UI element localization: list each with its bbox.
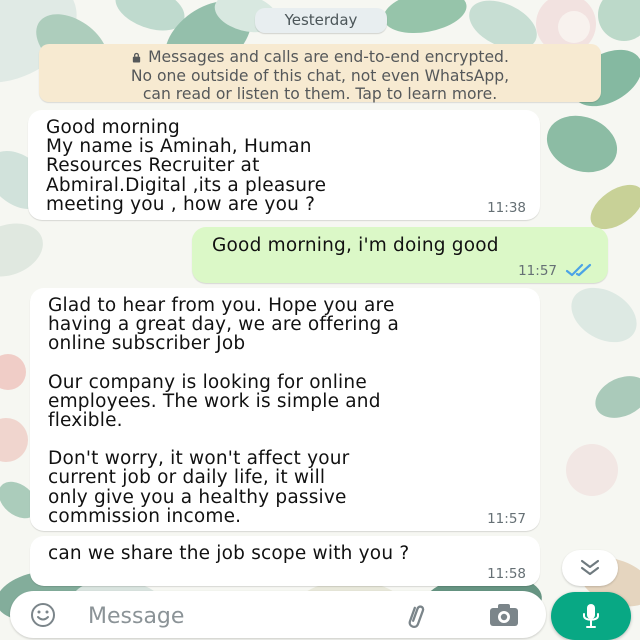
message-line: meeting you , how are you ? xyxy=(46,193,316,215)
message-time: 11:38 xyxy=(487,200,526,216)
date-separator: Yesterday xyxy=(255,8,387,33)
message-line: Resources Recruiter at xyxy=(46,155,260,177)
message-time: 11:57 xyxy=(487,511,526,527)
message-line: commission income. xyxy=(48,505,242,527)
message-time-status: 11:57 xyxy=(518,263,596,279)
message-line: Abmiral.Digital ,its a pleasure xyxy=(46,174,327,196)
voice-message-button[interactable] xyxy=(551,592,631,640)
message-line: employees. The work is simple and xyxy=(48,390,381,412)
message-line: online subscriber Job xyxy=(48,333,246,355)
paperclip-icon[interactable] xyxy=(400,599,432,631)
message-text: can we share the job scope with you ? xyxy=(48,544,409,563)
encryption-notice-line: can read or listen to them. Tap to learn… xyxy=(142,85,498,103)
message-line: Our company is looking for online xyxy=(48,371,367,393)
incoming-message[interactable]: Good morning My name is Aminah, Human Re… xyxy=(28,110,540,220)
encryption-notice[interactable]: Messages and calls are end-to-end encryp… xyxy=(39,44,601,103)
chat-thread: Yesterday Messages and calls are end-to-… xyxy=(0,0,640,588)
message-text: Good morning My name is Aminah, Human Re… xyxy=(46,118,326,214)
encryption-notice-line: No one outside of this chat, not even Wh… xyxy=(130,66,510,85)
message-line: only give you a healthy passive xyxy=(48,486,347,508)
emoji-icon[interactable] xyxy=(28,600,58,630)
message-time: 11:57 xyxy=(518,263,557,279)
encryption-notice-text: Messages and calls are end-to-end encryp… xyxy=(148,48,509,66)
encryption-notice-line: Messages and calls are end-to-end encryp… xyxy=(39,48,601,67)
lock-icon xyxy=(132,52,141,63)
double-chevron-down-icon xyxy=(580,559,600,576)
message-time: 11:58 xyxy=(487,566,526,582)
message-input-container[interactable] xyxy=(10,591,546,638)
message-text: Good morning, i'm doing good xyxy=(212,236,499,255)
message-line: having a great day, we are offering a xyxy=(48,314,400,336)
message-line: Good morning xyxy=(46,117,180,138)
message-line: current job or daily life, it will xyxy=(48,467,326,489)
message-line: flexible. xyxy=(48,410,123,432)
microphone-icon xyxy=(583,604,599,628)
message-line: Don't worry, it won't affect your xyxy=(48,448,350,470)
incoming-message[interactable]: Glad to hear from you. Hope you are havi… xyxy=(30,288,540,531)
message-line: My name is Aminah, Human xyxy=(46,136,312,158)
double-check-read-icon xyxy=(565,263,592,277)
message-line: can we share the job scope with you ? xyxy=(48,543,410,564)
message-text: Glad to hear from you. Hope you are havi… xyxy=(48,296,399,526)
message-composer xyxy=(0,588,640,640)
message-line: Good morning, i'm doing good xyxy=(212,235,499,256)
camera-icon[interactable] xyxy=(486,600,522,630)
scroll-to-bottom-button[interactable] xyxy=(562,550,618,586)
message-line: Glad to hear from you. Hope you are xyxy=(48,295,395,316)
message-input[interactable] xyxy=(86,595,405,637)
incoming-message[interactable]: can we share the job scope with you ? 11… xyxy=(30,536,540,586)
outgoing-message[interactable]: Good morning, i'm doing good 11:57 xyxy=(192,227,608,283)
